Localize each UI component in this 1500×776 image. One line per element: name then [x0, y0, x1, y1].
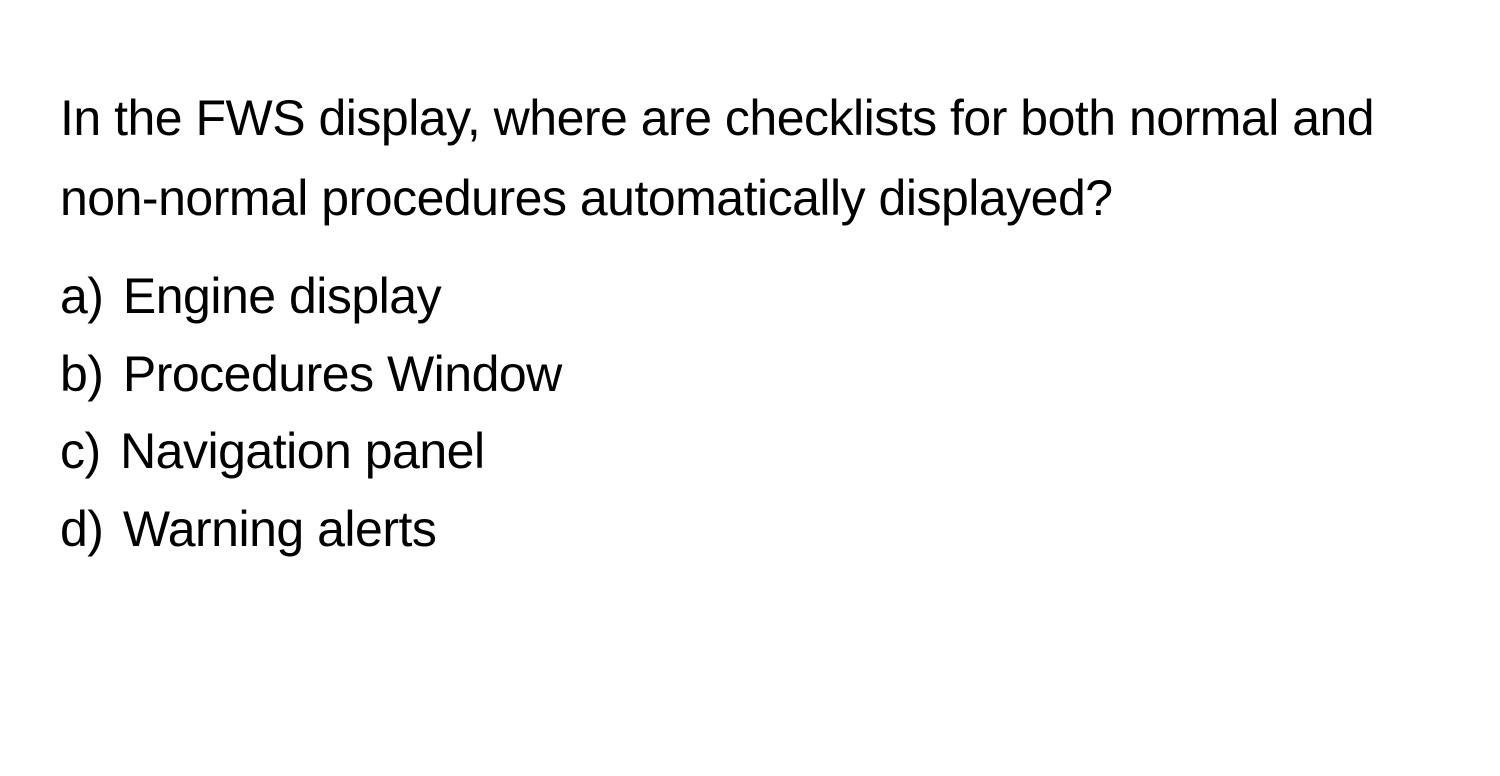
question-text: In the FWS display, where are checklists… — [60, 78, 1410, 238]
option-label-a: a) — [60, 268, 103, 324]
option-b: b) Procedures Window — [60, 336, 1440, 414]
option-label-b: b) — [60, 346, 103, 402]
option-a: a) Engine display — [60, 258, 1440, 336]
option-text-d: Warning alerts — [123, 501, 436, 557]
option-c: c) Navigation panel — [60, 413, 1440, 491]
option-d: d) Warning alerts — [60, 491, 1440, 569]
option-text-a: Engine display — [123, 268, 441, 324]
option-text-b: Procedures Window — [123, 346, 562, 402]
option-label-d: d) — [60, 501, 103, 557]
option-label-c: c) — [60, 423, 101, 479]
option-text-c: Navigation panel — [120, 423, 485, 479]
